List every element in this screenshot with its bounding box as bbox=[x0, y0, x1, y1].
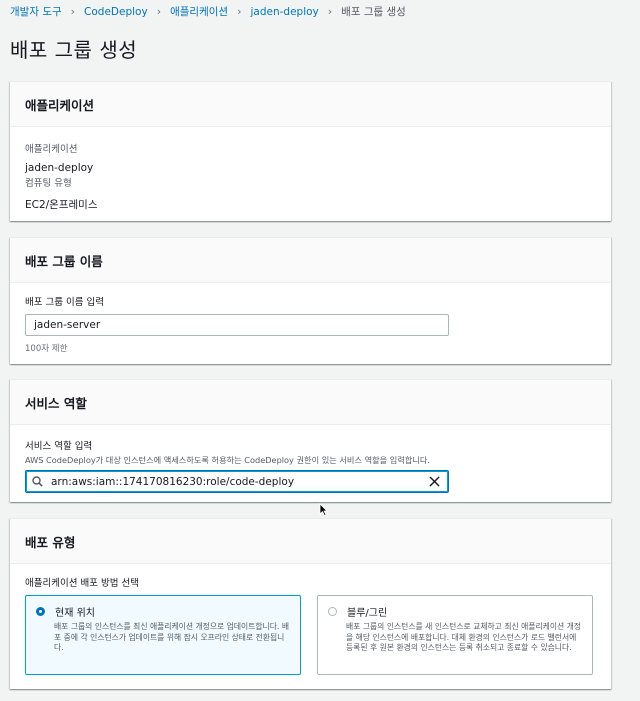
chevron-right-icon: › bbox=[237, 5, 242, 18]
in-place-label: 현재 위치 bbox=[55, 608, 95, 619]
service-role-description: AWS CodeDeploy가 대상 인스턴스에 액세스하도록 허용하는 Cod… bbox=[25, 455, 431, 465]
deployment-type-panel: 배포 유형 애플리케이션 배포 방법 선택 현재 위치 배포 그룹의 인스턴스를… bbox=[10, 518, 611, 689]
service-role-label: 서비스 역할 입력 bbox=[25, 441, 93, 452]
application-panel: 애플리케이션 애플리케이션 jaden-deploy 컴퓨팅 유형 EC2/온프… bbox=[10, 81, 611, 221]
service-role-panel: 서비스 역할 서비스 역할 입력 AWS CodeDeploy가 대상 인스턴스… bbox=[10, 379, 611, 502]
in-place-option[interactable]: 현재 위치 배포 그룹의 인스턴스를 최신 애플리케이션 개정으로 업데이트합니… bbox=[25, 595, 301, 675]
clear-icon[interactable] bbox=[429, 476, 440, 487]
application-label: 애플리케이션 bbox=[25, 144, 78, 155]
breadcrumb: 개발자 도구 › CodeDeploy › 애플리케이션 › jaden-dep… bbox=[10, 4, 406, 19]
application-panel-title: 애플리케이션 bbox=[10, 82, 611, 127]
blue-green-option[interactable]: 블루/그린 배포 그룹의 인스턴스를 새 인스턴스로 교체하고 최신 애플리케이… bbox=[317, 595, 593, 675]
blue-green-description: 배포 그룹의 인스턴스를 새 인스턴스로 교체하고 최신 애플리케이션 개정을 … bbox=[346, 622, 582, 652]
application-value: jaden-deploy bbox=[25, 162, 94, 174]
compute-platform-label: 컴퓨팅 유형 bbox=[25, 178, 72, 189]
breadcrumb-current: 배포 그룹 생성 bbox=[341, 6, 406, 18]
group-name-label: 배포 그룹 이름 입력 bbox=[25, 297, 104, 308]
search-icon bbox=[32, 476, 43, 487]
service-role-input[interactable]: arn:aws:iam::174170816230:role/code-depl… bbox=[25, 470, 449, 493]
chevron-right-icon: › bbox=[327, 5, 333, 18]
blue-green-label: 블루/그린 bbox=[347, 608, 388, 619]
service-role-panel-title: 서비스 역할 bbox=[10, 380, 611, 425]
compute-platform-value: EC2/온프레미스 bbox=[25, 199, 98, 211]
in-place-radio[interactable] bbox=[36, 607, 45, 616]
blue-green-radio[interactable] bbox=[328, 607, 337, 616]
deployment-type-label: 애플리케이션 배포 방법 선택 bbox=[25, 578, 139, 589]
chevron-right-icon: › bbox=[156, 5, 162, 18]
deployment-type-panel-title: 배포 유형 bbox=[10, 519, 611, 564]
breadcrumb-application-name[interactable]: jaden-deploy bbox=[250, 6, 318, 18]
mouse-cursor-icon bbox=[319, 503, 328, 516]
breadcrumb-developer-tools[interactable]: 개발자 도구 bbox=[10, 4, 62, 19]
group-name-panel: 배포 그룹 이름 배포 그룹 이름 입력 jaden-server 100자 제… bbox=[10, 237, 611, 364]
breadcrumb-applications[interactable]: 애플리케이션 bbox=[170, 4, 228, 19]
breadcrumb-codedeploy[interactable]: CodeDeploy bbox=[84, 6, 148, 18]
group-name-hint: 100자 제한 bbox=[25, 344, 68, 354]
in-place-description: 배포 그룹의 인스턴스를 최신 애플리케이션 개정으로 업데이트합니다. 배포 … bbox=[54, 622, 290, 652]
page-title: 배포 그룹 생성 bbox=[10, 38, 138, 62]
chevron-right-icon: › bbox=[70, 5, 76, 18]
group-name-panel-title: 배포 그룹 이름 bbox=[10, 238, 611, 283]
service-role-value: arn:aws:iam::174170816230:role/code-depl… bbox=[51, 475, 295, 488]
group-name-input[interactable]: jaden-server bbox=[25, 314, 449, 336]
